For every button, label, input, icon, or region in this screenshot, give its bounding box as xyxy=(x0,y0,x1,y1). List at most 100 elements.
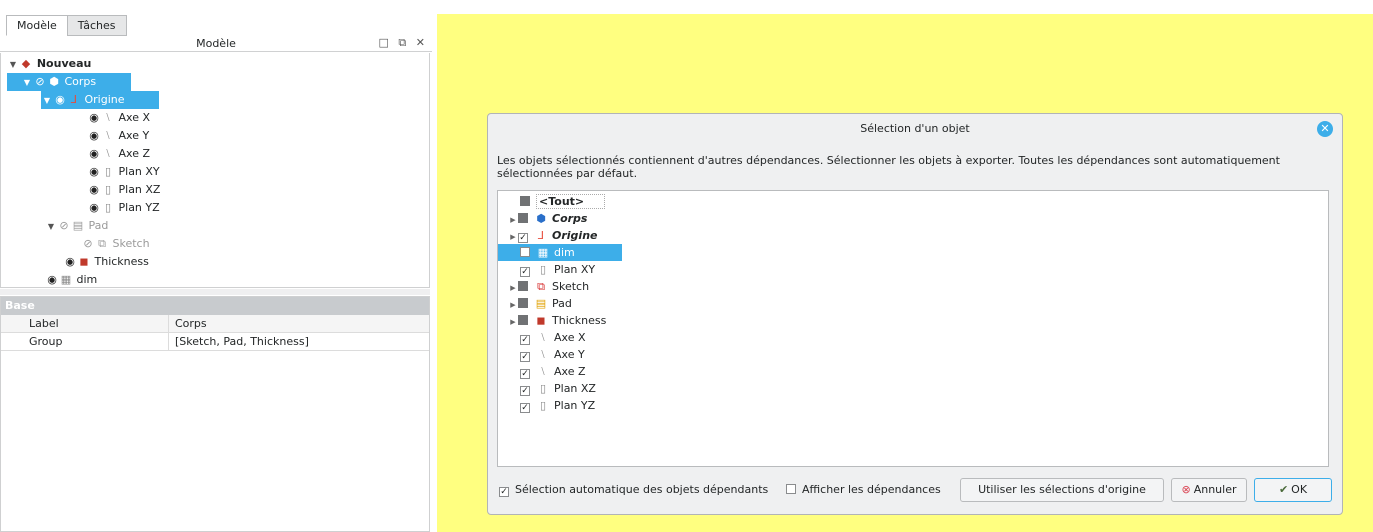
model-tree[interactable]: ▼ ◆ Nouveau ▼ ⊘ ⬢ Corps ▼ ◉ ⅃ Origine ◉ ⧵ Axe … xyxy=(0,53,430,288)
spreadsheet-icon: ▦ xyxy=(537,246,549,259)
plane-icon: ▯ xyxy=(539,399,547,412)
dependency-list[interactable]: <Tout> ▶ ⬢ Corps ▶ ✓ ⅃ Origine ▦ dim ✓ ▯ Plan XY… xyxy=(497,190,1329,467)
eye-icon[interactable]: ◉ xyxy=(87,127,101,145)
eye-hidden-icon[interactable]: ⊘ xyxy=(81,235,95,253)
tree-item-axe-y[interactable]: ◉ ⧵ Axe Y xyxy=(87,127,149,145)
checkbox-checked[interactable]: ✓ xyxy=(520,267,530,277)
property-value[interactable]: Corps xyxy=(169,315,207,332)
tree-item-origine[interactable]: ▼ ◉ ⅃ Origine xyxy=(41,91,159,109)
cancel-button[interactable]: ⊗ Annuler xyxy=(1171,478,1247,502)
tab-taches[interactable]: Tâches xyxy=(66,15,127,36)
list-item-axe-y[interactable]: ✓ ⧵ Axe Y xyxy=(520,346,585,363)
checkbox-checked[interactable]: ✓ xyxy=(520,403,530,413)
collapse-arrow-icon[interactable]: ▼ xyxy=(45,218,57,236)
property-value[interactable]: [Sketch, Pad, Thickness] xyxy=(169,333,309,350)
tree-item-axe-z[interactable]: ◉ ⧵ Axe Z xyxy=(87,145,150,163)
origin-icon: ⅃ xyxy=(70,93,78,106)
tree-item-sketch[interactable]: ⊘ ⧉ Sketch xyxy=(81,235,149,253)
tree-item-axe-x[interactable]: ◉ ⧵ Axe X xyxy=(87,109,150,127)
eye-icon[interactable]: ◉ xyxy=(87,163,101,181)
collapse-arrow-icon[interactable]: ▼ xyxy=(41,92,53,110)
checkbox-checked[interactable]: ✓ xyxy=(520,386,530,396)
auto-select-checkbox[interactable]: ✓ Sélection automatique des objets dépend… xyxy=(499,483,768,497)
eye-icon[interactable]: ◉ xyxy=(53,91,67,109)
sketch-icon: ⧉ xyxy=(98,237,106,250)
eye-icon[interactable]: ◉ xyxy=(45,271,59,289)
list-item-tout[interactable]: <Tout> xyxy=(520,193,606,210)
checkbox-partial[interactable] xyxy=(518,315,528,325)
list-item-plan-xy[interactable]: ✓ ▯ Plan XY xyxy=(520,261,595,278)
eye-hidden-icon[interactable]: ⊘ xyxy=(57,217,71,235)
list-item-sketch[interactable]: ▶ ⧉ Sketch xyxy=(508,278,589,295)
panel-window-buttons[interactable]: □ ⧉ ✕ xyxy=(379,36,428,50)
use-original-selection-button[interactable]: Utiliser les sélections d'origine xyxy=(960,478,1164,502)
collapse-arrow-icon[interactable]: ▼ xyxy=(7,56,19,74)
list-item-pad[interactable]: ▶ ▤ Pad xyxy=(508,295,572,312)
tree-item-dim[interactable]: ◉ ▦ dim xyxy=(45,271,97,289)
combo-view: Modèle Tâches Modèle □ ⧉ ✕ ▼ ◆ Nouveau ▼ ⊘… xyxy=(0,0,432,532)
tab-modele[interactable]: Modèle xyxy=(6,15,68,36)
property-view: Base Label Corps Group [Sketch, Pad, Thi… xyxy=(0,296,430,532)
axis-icon: ⧵ xyxy=(106,147,110,160)
splitter-handle[interactable] xyxy=(0,289,430,295)
property-row[interactable]: Label Corps xyxy=(1,315,429,333)
list-item-axe-z[interactable]: ✓ ⧵ Axe Z xyxy=(520,363,586,380)
eye-icon[interactable]: ◉ xyxy=(63,253,77,271)
checkbox-partial[interactable] xyxy=(518,298,528,308)
list-item-axe-x[interactable]: ✓ ⧵ Axe X xyxy=(520,329,586,346)
axis-icon: ⧵ xyxy=(541,348,545,361)
checkbox-unchecked[interactable] xyxy=(520,247,530,257)
eye-icon[interactable]: ◉ xyxy=(87,109,101,127)
combo-tabs: Modèle Tâches xyxy=(6,15,127,36)
eye-icon[interactable]: ◉ xyxy=(87,199,101,217)
cancel-icon: ⊗ xyxy=(1181,483,1191,496)
checkbox-checked[interactable]: ✓ xyxy=(518,233,528,243)
dialog-footer: ✓ Sélection automatique des objets dépend… xyxy=(497,478,1332,502)
dialog-title: Sélection d'un objet xyxy=(860,122,970,135)
eye-icon[interactable]: ◉ xyxy=(87,181,101,199)
checkbox-unchecked[interactable] xyxy=(786,484,796,494)
axis-icon: ⧵ xyxy=(106,129,110,142)
close-icon[interactable]: ✕ xyxy=(1317,121,1333,137)
dialog-message: Les objets sélectionnés contiennent d'au… xyxy=(497,154,1280,180)
checkbox-checked[interactable]: ✓ xyxy=(520,335,530,345)
origin-icon: ⅃ xyxy=(537,229,545,242)
property-group-base[interactable]: Base xyxy=(1,297,429,315)
tree-item-thickness[interactable]: ◉ ◼ Thickness xyxy=(63,253,149,271)
eye-icon[interactable]: ◉ xyxy=(87,145,101,163)
dialog-title-bar: Sélection d'un objet ✕ xyxy=(488,114,1342,144)
checkbox-partial[interactable] xyxy=(518,281,528,291)
list-item-corps[interactable]: ▶ ⬢ Corps xyxy=(508,210,587,227)
axis-icon: ⧵ xyxy=(106,111,110,124)
body-icon: ⬢ xyxy=(536,212,546,225)
property-row[interactable]: Group [Sketch, Pad, Thickness] xyxy=(1,333,429,351)
thickness-icon: ◼ xyxy=(79,255,89,268)
list-item-thickness[interactable]: ▶ ◼ Thickness xyxy=(508,312,606,329)
pad-icon: ▤ xyxy=(535,297,547,310)
checkbox-partial[interactable] xyxy=(520,196,530,206)
show-dependencies-checkbox[interactable]: Afficher les dépendances xyxy=(786,483,941,496)
tree-header: Modèle □ ⧉ ✕ xyxy=(0,36,432,52)
plane-icon: ▯ xyxy=(104,165,112,178)
list-item-dim[interactable]: ▦ dim xyxy=(498,244,622,261)
tree-item-pad[interactable]: ▼ ⊘ ▤ Pad xyxy=(45,217,108,235)
list-item-plan-yz[interactable]: ✓ ▯ Plan YZ xyxy=(520,397,595,414)
list-item-origine[interactable]: ▶ ✓ ⅃ Origine xyxy=(508,227,597,244)
checkbox-checked[interactable]: ✓ xyxy=(499,487,509,497)
ok-button[interactable]: ✔ OK xyxy=(1254,478,1332,502)
checkbox-checked[interactable]: ✓ xyxy=(520,369,530,379)
tree-item-corps[interactable]: ▼ ⊘ ⬢ Corps xyxy=(7,73,131,91)
axis-icon: ⧵ xyxy=(541,365,545,378)
tree-item-plan-xz[interactable]: ◉ ▯ Plan XZ xyxy=(87,181,160,199)
list-item-plan-xz[interactable]: ✓ ▯ Plan XZ xyxy=(520,380,596,397)
tree-item-plan-yz[interactable]: ◉ ▯ Plan YZ xyxy=(87,199,159,217)
expand-arrow-icon[interactable]: ▶ xyxy=(508,314,518,331)
spreadsheet-icon: ▦ xyxy=(60,273,72,286)
tree-item-plan-xy[interactable]: ◉ ▯ Plan XY xyxy=(87,163,159,181)
collapse-arrow-icon[interactable]: ▼ xyxy=(21,74,33,92)
eye-hidden-icon[interactable]: ⊘ xyxy=(33,73,47,91)
sketch-icon: ⧉ xyxy=(537,280,545,293)
checkbox-partial[interactable] xyxy=(518,213,528,223)
tree-item-nouveau[interactable]: ▼ ◆ Nouveau xyxy=(7,55,91,73)
checkbox-checked[interactable]: ✓ xyxy=(520,352,530,362)
